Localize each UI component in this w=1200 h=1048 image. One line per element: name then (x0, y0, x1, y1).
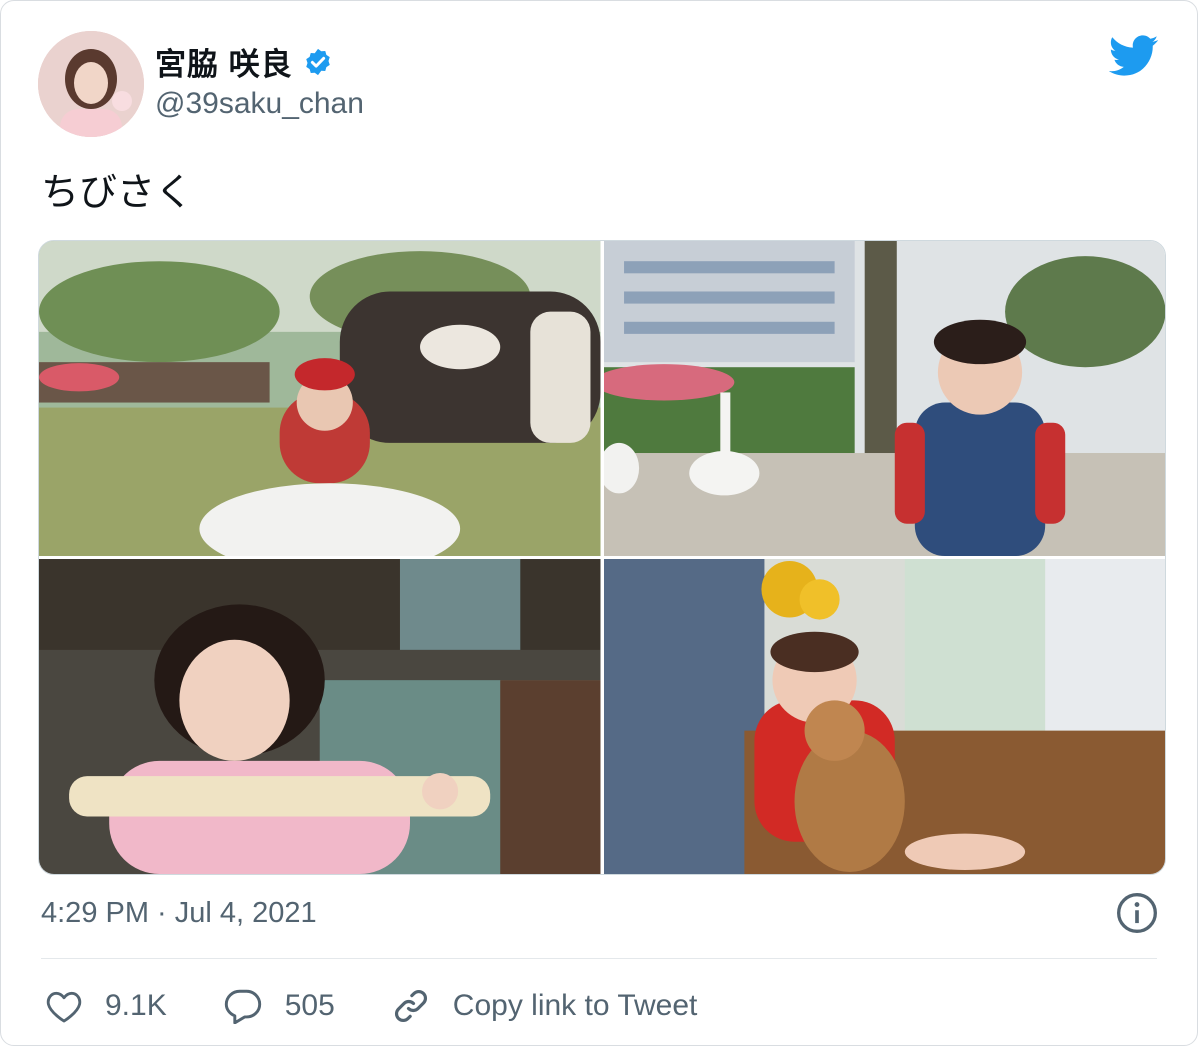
heart-icon (46, 991, 82, 1023)
park-photo-swan[interactable] (603, 241, 1165, 556)
park-photo-red-cap[interactable] (39, 241, 601, 556)
indoor-photo-teddy-bear[interactable] (603, 559, 1165, 874)
info-icon[interactable] (1115, 891, 1159, 935)
author-name[interactable]: 宮脇 咲良 (155, 39, 333, 84)
copy-link-button[interactable]: Copy link to Tweet (391, 986, 698, 1026)
twitter-bird-icon[interactable] (1109, 35, 1159, 77)
author-name-text[interactable]: 宮脇 咲良 (155, 39, 293, 84)
indoor-photo-pink-sweater[interactable] (39, 559, 601, 874)
tweet-timestamp[interactable]: 4:29 PM · Jul 4, 2021 (41, 897, 317, 930)
like-count: 9.1K (105, 989, 167, 1022)
reply-count: 505 (284, 989, 335, 1022)
verified-badge-icon (305, 48, 330, 75)
divider (41, 958, 1157, 959)
media-grid (38, 240, 1166, 875)
copy-link-label: Copy link to Tweet (452, 989, 698, 1022)
like-button[interactable]: 9.1K (45, 988, 167, 1024)
author-handle[interactable]: @39saku_chan (155, 87, 364, 121)
link-icon (394, 990, 427, 1022)
reply-bubble-icon (224, 989, 261, 1024)
action-bar: 9.1K 505 Copy link to Tweet (45, 981, 753, 1031)
tweet-text: ちびさく (41, 172, 194, 214)
reply-button[interactable]: 505 (223, 988, 335, 1024)
avatar[interactable] (38, 31, 144, 137)
tweet-card: 宮脇 咲良 @39saku_chan ちびさく 4:29 PM · Jul 4,… (0, 0, 1198, 1046)
